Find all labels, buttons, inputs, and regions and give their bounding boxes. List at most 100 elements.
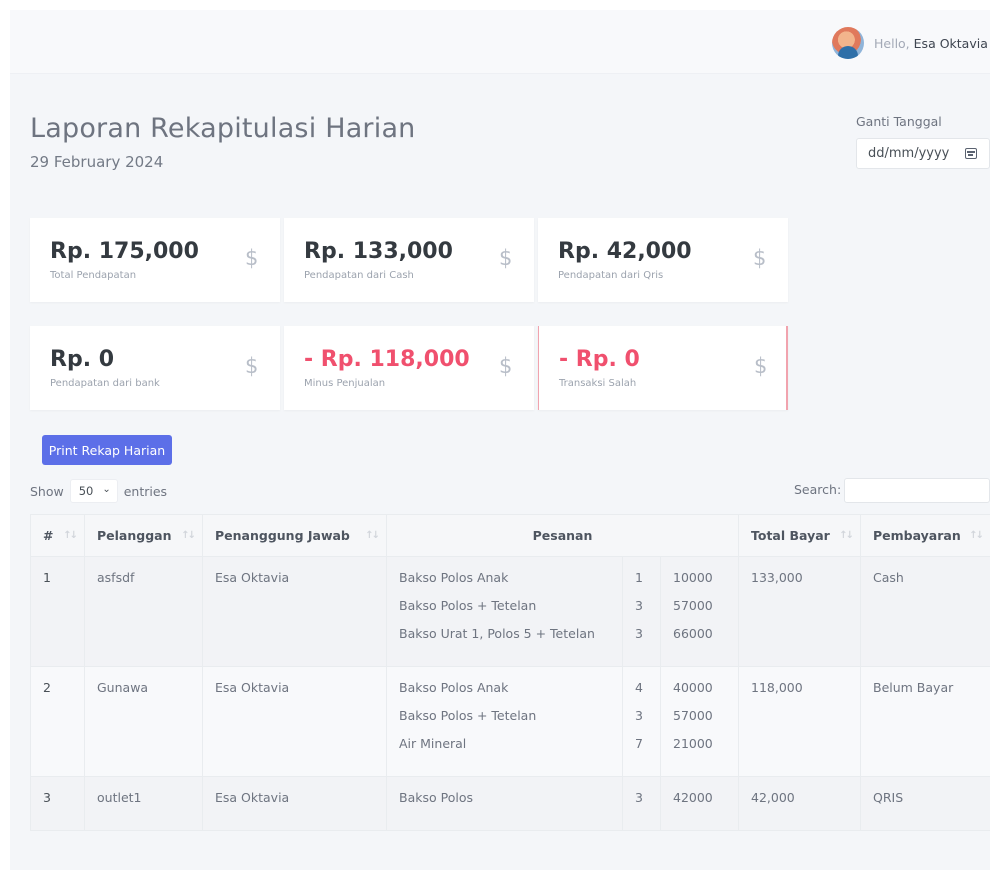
date-picker-value: dd/mm/yyyy — [868, 146, 950, 161]
page-date: 29 February 2024 — [30, 153, 164, 171]
dollar-icon: $ — [245, 246, 259, 270]
print-rekap-button[interactable]: Print Rekap Harian — [42, 435, 172, 465]
cell-item-price: 10000 57000 66000 — [660, 556, 739, 667]
dollar-icon: $ — [753, 246, 767, 270]
entries-value: 50 — [78, 484, 94, 498]
cell-item-qty: 3 — [622, 776, 661, 831]
item-price: 10000 — [673, 570, 713, 585]
user-menu[interactable]: Hello, Esa Oktavia ⌄ — [832, 27, 990, 59]
cell-item-price: 40000 57000 21000 — [660, 666, 739, 777]
item-price: 57000 — [673, 708, 713, 723]
column-header-pesanan: Pesanan — [386, 514, 739, 557]
item-price: 42000 — [673, 790, 713, 805]
chevron-down-icon: ⌄ — [102, 484, 111, 495]
stat-card-pendapatan-qris: Rp. 42,000 Pendapatan dari Qris $ — [538, 218, 788, 302]
avatar[interactable] — [832, 27, 864, 59]
sort-icon[interactable]: ↑↓ — [181, 530, 196, 541]
item-name: Bakso Polos — [399, 790, 473, 805]
cell-no: 3 — [30, 776, 85, 831]
stat-label: Pendapatan dari Cash — [304, 270, 414, 281]
stat-value: - Rp. 0 — [559, 347, 640, 372]
greeting-text: Hello, — [874, 35, 910, 51]
stat-card-pendapatan-bank: Rp. 0 Pendapatan dari bank $ — [30, 326, 280, 410]
cell-item-qty: 4 3 7 — [622, 666, 661, 777]
dollar-icon: $ — [245, 354, 259, 378]
stat-value: Rp. 42,000 — [558, 239, 692, 264]
header-label: Pesanan — [532, 528, 593, 543]
column-header-total-bayar[interactable]: Total Bayar ↑↓ — [738, 514, 861, 557]
cell-total-bayar: 118,000 — [738, 666, 861, 777]
entries-control: Show 50 ⌄ entries — [30, 479, 167, 503]
table-header-row: # ↑↓ Pelanggan ↑↓ Penanggung Jawab ↑↓ Pesan… — [30, 514, 990, 557]
item-qty: 4 — [635, 680, 643, 695]
stat-label: Pendapatan dari Qris — [558, 270, 664, 281]
cell-penanggung-jawab: Esa Oktavia — [202, 666, 387, 777]
item-qty: 1 — [635, 570, 643, 585]
entries-label: entries — [123, 483, 168, 499]
table-row: 3 outlet1 Esa Oktavia Bakso Polos 3 4200… — [30, 776, 990, 831]
cell-penanggung-jawab: Esa Oktavia — [202, 556, 387, 667]
stat-card-transaksi-salah: - Rp. 0 Transaksi Salah $ — [538, 326, 788, 410]
dollar-icon: $ — [499, 246, 513, 270]
stat-label: Total Pendapatan — [50, 270, 137, 281]
dollar-icon: $ — [499, 354, 513, 378]
table-row: 2 Gunawa Esa Oktavia Bakso Polos Anak Ba… — [30, 666, 990, 777]
rekap-table: # ↑↓ Pelanggan ↑↓ Penanggung Jawab ↑↓ Pesan… — [30, 514, 990, 831]
stat-value: - Rp. 118,000 — [304, 347, 470, 372]
item-qty: 7 — [635, 736, 643, 751]
stat-label: Minus Penjualan — [304, 378, 386, 389]
stat-card-pendapatan-cash: Rp. 133,000 Pendapatan dari Cash $ — [284, 218, 534, 302]
page-title: Laporan Rekapitulasi Harian — [30, 113, 416, 144]
item-price: 21000 — [673, 736, 713, 751]
sort-icon[interactable]: ↑↓ — [969, 530, 984, 541]
cell-item-qty: 1 3 3 — [622, 556, 661, 667]
search-input[interactable] — [844, 478, 990, 503]
column-header-penanggung-jawab[interactable]: Penanggung Jawab ↑↓ — [202, 514, 387, 557]
item-name: Bakso Polos Anak — [399, 680, 509, 695]
cell-pembayaran: Belum Bayar — [860, 666, 990, 777]
item-price: 57000 — [673, 598, 713, 613]
header-label: Pembayaran — [873, 528, 961, 543]
cell-pelanggan: asfsdf — [84, 556, 203, 667]
user-name: Esa Oktavia — [913, 35, 988, 51]
cell-total-bayar: 42,000 — [738, 776, 861, 831]
cell-item-names: Bakso Polos — [386, 776, 623, 831]
column-header-no[interactable]: # ↑↓ — [30, 514, 85, 557]
header-label: # — [43, 528, 54, 543]
dollar-icon: $ — [754, 354, 768, 378]
item-price: 66000 — [673, 626, 713, 641]
app-window: Hello, Esa Oktavia ⌄ Laporan Rekapitulas… — [10, 10, 990, 870]
stat-label: Transaksi Salah — [559, 378, 637, 389]
cell-item-price: 42000 — [660, 776, 739, 831]
item-qty: 3 — [635, 708, 643, 723]
search-label: Search: — [794, 482, 842, 497]
sort-icon[interactable]: ↑↓ — [839, 530, 854, 541]
item-price: 40000 — [673, 680, 713, 695]
item-name: Bakso Polos + Tetelan — [399, 598, 537, 613]
stat-value: Rp. 0 — [50, 347, 115, 372]
column-header-pelanggan[interactable]: Pelanggan ↑↓ — [84, 514, 203, 557]
cell-pelanggan: outlet1 — [84, 776, 203, 831]
item-qty: 3 — [635, 790, 643, 805]
cell-penanggung-jawab: Esa Oktavia — [202, 776, 387, 831]
top-navbar: Hello, Esa Oktavia ⌄ — [10, 10, 990, 74]
date-picker-label: Ganti Tanggal — [856, 114, 942, 129]
column-header-pembayaran[interactable]: Pembayaran ↑↓ — [860, 514, 990, 557]
calendar-icon[interactable] — [965, 148, 977, 159]
item-qty: 3 — [635, 598, 643, 613]
sort-icon[interactable]: ↑↓ — [365, 530, 380, 541]
item-name: Bakso Polos Anak — [399, 570, 509, 585]
stat-label: Pendapatan dari bank — [50, 378, 160, 389]
date-picker-input[interactable]: dd/mm/yyyy — [856, 138, 990, 169]
sort-icon[interactable]: ↑↓ — [63, 530, 78, 541]
cell-pelanggan: Gunawa — [84, 666, 203, 777]
item-name: Bakso Urat 1, Polos 5 + Tetelan — [399, 626, 595, 641]
cell-total-bayar: 133,000 — [738, 556, 861, 667]
stat-card-total-pendapatan: Rp. 175,000 Total Pendapatan $ — [30, 218, 280, 302]
cell-item-names: Bakso Polos Anak Bakso Polos + Tetelan A… — [386, 666, 623, 777]
user-greeting[interactable]: Hello, Esa Oktavia — [874, 36, 988, 51]
cell-no: 2 — [30, 666, 85, 777]
entries-select[interactable]: 50 ⌄ — [69, 479, 118, 503]
item-name: Air Mineral — [399, 736, 467, 751]
header-label: Pelanggan — [97, 528, 172, 543]
